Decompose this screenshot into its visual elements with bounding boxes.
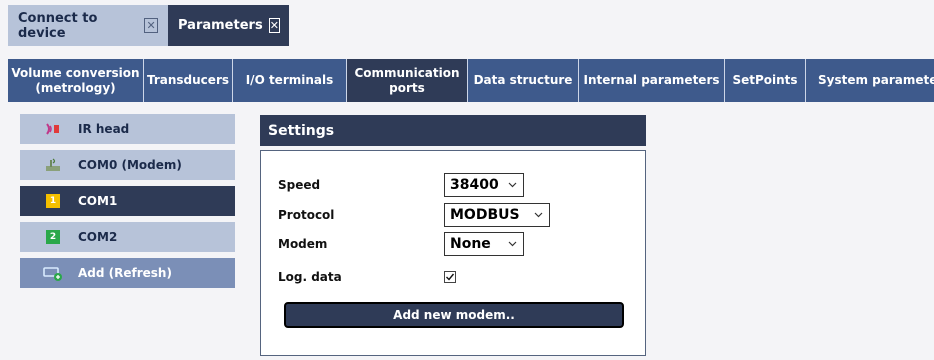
- add-port-icon: [42, 265, 64, 281]
- tab-label: Internal parameters: [583, 73, 720, 88]
- tab-io-terminals[interactable]: I/O terminals: [233, 59, 347, 102]
- tab-connect-to-device[interactable]: Connect to device ✕: [8, 5, 168, 46]
- checkmark-icon: [446, 273, 455, 281]
- tab-data-structure[interactable]: Data structure: [468, 59, 579, 102]
- number-badge: 1: [46, 194, 60, 208]
- speed-row: Speed 38400: [278, 172, 524, 198]
- settings-panel: Speed 38400 Protocol MODBUS Modem None L…: [260, 150, 646, 356]
- com1-badge-icon: 1: [42, 193, 64, 209]
- settings-header: Settings: [260, 115, 646, 146]
- add-refresh-button[interactable]: Add (Refresh): [20, 258, 235, 288]
- ir-head-icon: [42, 121, 64, 137]
- port-label: IR head: [78, 122, 130, 136]
- tab-label: I/O terminals: [245, 73, 334, 88]
- tab-parameters[interactable]: Parameters ✕: [168, 5, 289, 46]
- protocol-label: Protocol: [278, 208, 335, 222]
- settings-title: Settings: [268, 122, 335, 139]
- tab-transducers[interactable]: Transducers: [144, 59, 233, 102]
- port-label: COM2: [78, 230, 118, 244]
- port-item-ir-head[interactable]: IR head: [20, 114, 235, 144]
- tab-system-parameters[interactable]: System parameters: [806, 59, 934, 102]
- speed-label: Speed: [278, 178, 321, 192]
- tab-label: Communication: [354, 66, 460, 81]
- log-data-row: Log. data: [278, 264, 456, 290]
- log-data-checkbox[interactable]: [444, 271, 456, 283]
- modem-icon: [42, 157, 64, 173]
- top-tab-bar: Connect to device ✕ Parameters ✕: [8, 5, 289, 46]
- log-data-label: Log. data: [278, 270, 342, 284]
- add-new-modem-button[interactable]: Add new modem..: [284, 302, 624, 328]
- chevron-down-icon: [534, 212, 543, 218]
- port-list: IR head COM0 (Modem) 1 COM1 2 COM2 Add (…: [20, 114, 235, 294]
- modem-row: Modem None: [278, 231, 524, 257]
- tab-label-sub: ports: [389, 80, 425, 95]
- tab-communication-ports[interactable]: Communication ports: [347, 59, 468, 102]
- tab-label: Data structure: [473, 73, 573, 88]
- protocol-row: Protocol MODBUS: [278, 202, 550, 228]
- modem-label: Modem: [278, 237, 328, 251]
- speed-select[interactable]: 38400: [444, 173, 524, 197]
- tab-label: Parameters: [178, 18, 263, 33]
- speed-value: 38400: [450, 177, 499, 193]
- port-item-com1[interactable]: 1 COM1: [20, 186, 235, 216]
- tab-label: Connect to device: [18, 10, 98, 41]
- parameters-tab-bar: Volume conversion (metrology) Transducer…: [8, 59, 934, 102]
- chevron-down-icon: [508, 182, 517, 188]
- tab-label: SetPoints: [732, 73, 798, 88]
- tab-label: System parameters: [818, 73, 934, 88]
- tab-label: Volume conversion: [11, 66, 140, 81]
- tab-volume-conversion[interactable]: Volume conversion (metrology): [8, 59, 144, 102]
- modem-select[interactable]: None: [444, 232, 524, 256]
- chevron-down-icon: [508, 241, 517, 247]
- com2-badge-icon: 2: [42, 229, 64, 245]
- number-badge: 2: [46, 230, 60, 244]
- port-label: COM0 (Modem): [78, 158, 182, 172]
- tab-label: Transducers: [146, 73, 229, 88]
- protocol-value: MODBUS: [450, 207, 520, 223]
- tab-setpoints[interactable]: SetPoints: [725, 59, 806, 102]
- port-item-com2[interactable]: 2 COM2: [20, 222, 235, 252]
- close-icon[interactable]: ✕: [268, 18, 280, 33]
- protocol-select[interactable]: MODBUS: [444, 203, 550, 227]
- add-new-modem-label: Add new modem..: [393, 308, 515, 322]
- tab-internal-parameters[interactable]: Internal parameters: [579, 59, 725, 102]
- close-icon[interactable]: ✕: [144, 18, 158, 33]
- port-label: COM1: [78, 194, 118, 208]
- port-label: Add (Refresh): [78, 266, 172, 280]
- modem-value: None: [450, 236, 491, 252]
- tab-label-sub: (metrology): [35, 80, 116, 95]
- port-item-com0-modem[interactable]: COM0 (Modem): [20, 150, 235, 180]
